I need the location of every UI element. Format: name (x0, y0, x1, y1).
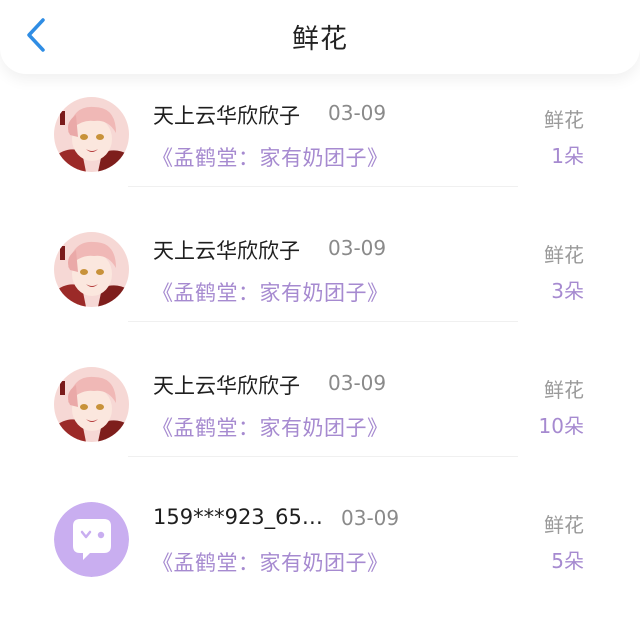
divider (128, 456, 518, 457)
divider (128, 186, 518, 187)
list-item[interactable]: 天上云华欣欣子 03-09 《孟鹤堂：家有奶团子》 鲜花 1朵 (0, 90, 640, 225)
avatar[interactable] (54, 97, 129, 172)
chat-bubble-icon (54, 502, 129, 577)
list-item[interactable]: 天上云华欣欣子 03-09 《孟鹤堂：家有奶团子》 鲜花 3朵 (0, 225, 640, 360)
avatar[interactable] (54, 367, 129, 442)
gift-date: 03-09 (341, 506, 400, 530)
gift-count: 10朵 (538, 414, 584, 438)
list-item[interactable]: 天上云华欣欣子 03-09 《孟鹤堂：家有奶团子》 鲜花 10朵 (0, 360, 640, 495)
list-item[interactable]: 159***923_65… 03-09 《孟鹤堂：家有奶团子》 鲜花 5朵 (0, 495, 640, 622)
flower-record-list: 天上云华欣欣子 03-09 《孟鹤堂：家有奶团子》 鲜花 1朵 天上云华欣欣子 … (0, 90, 640, 622)
anime-avatar-icon (54, 97, 129, 172)
anime-avatar-icon (54, 232, 129, 307)
book-title[interactable]: 《孟鹤堂：家有奶团子》 (152, 142, 389, 172)
user-name: 天上云华欣欣子 (153, 104, 300, 128)
page-title: 鲜花 (292, 24, 348, 55)
user-name: 159***923_65… (153, 505, 323, 529)
gift-date: 03-09 (328, 371, 387, 395)
gift-type: 鲜花 (544, 513, 584, 537)
book-title[interactable]: 《孟鹤堂：家有奶团子》 (152, 277, 389, 307)
gift-count: 5朵 (551, 549, 584, 573)
flowers-page: 鲜花 天上云华欣欣子 03-09 《孟鹤堂：家有奶团子》 鲜花 1朵 天上云华欣… (0, 0, 640, 622)
anime-avatar-icon (54, 367, 129, 442)
top-bar: 鲜花 (0, 0, 640, 74)
gift-type: 鲜花 (544, 378, 584, 402)
gift-date: 03-09 (328, 101, 387, 125)
gift-date: 03-09 (328, 236, 387, 260)
user-name: 天上云华欣欣子 (153, 374, 300, 398)
user-name: 天上云华欣欣子 (153, 239, 300, 263)
book-title[interactable]: 《孟鹤堂：家有奶团子》 (152, 547, 389, 577)
divider (128, 321, 518, 322)
gift-type: 鲜花 (544, 243, 584, 267)
book-title[interactable]: 《孟鹤堂：家有奶团子》 (152, 412, 389, 442)
avatar[interactable] (54, 232, 129, 307)
avatar[interactable] (54, 502, 129, 577)
gift-count: 1朵 (551, 144, 584, 168)
gift-type: 鲜花 (544, 108, 584, 132)
gift-count: 3朵 (551, 279, 584, 303)
